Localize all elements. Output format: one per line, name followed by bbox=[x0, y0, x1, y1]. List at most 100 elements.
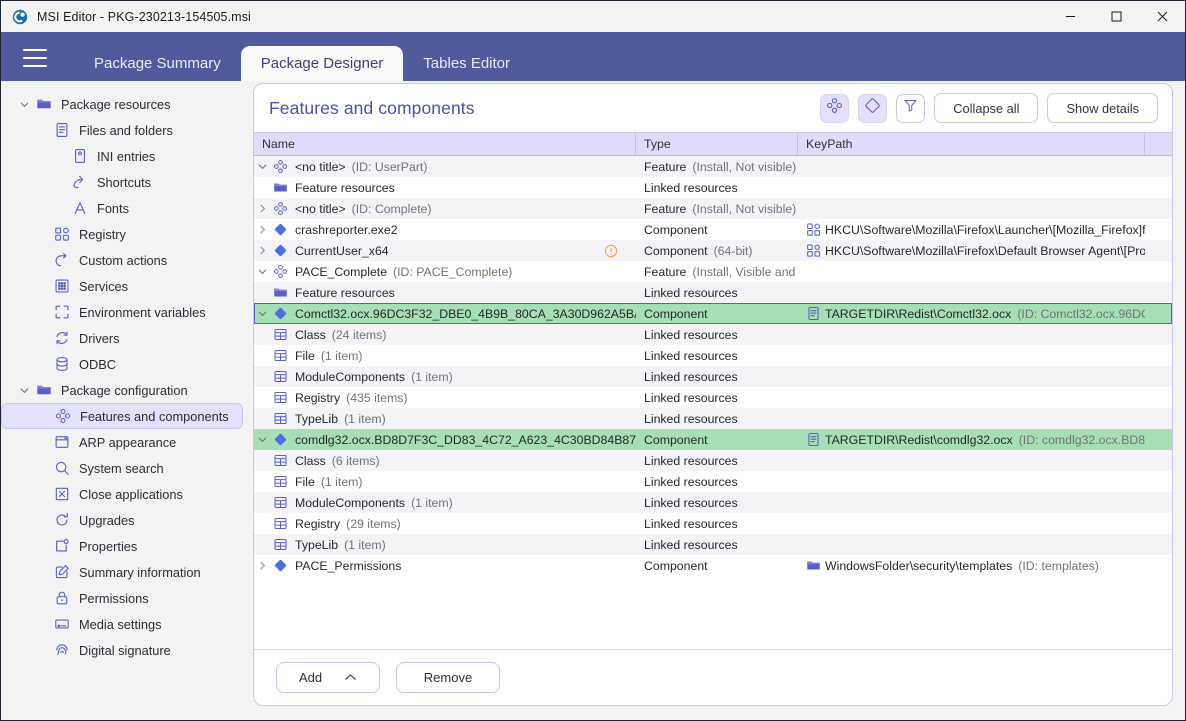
table-row[interactable]: comdlg32.ocx.BD8D7F3C_DD83_4C72_A623_4C3… bbox=[254, 429, 1172, 450]
row-name-cell: <no title> (ID: Complete) bbox=[254, 201, 636, 217]
column-header-type[interactable]: Type bbox=[636, 133, 798, 155]
tab-package-summary[interactable]: Package Summary bbox=[74, 45, 241, 81]
sidebar-item-label: INI entries bbox=[97, 148, 156, 164]
sidebar-item-fonts[interactable]: Fonts bbox=[1, 195, 243, 221]
sidebar-item-drivers[interactable]: Drivers bbox=[1, 325, 243, 351]
sidebar-item-shortcuts[interactable]: Shortcuts bbox=[1, 169, 243, 195]
minimize-button[interactable] bbox=[1047, 1, 1093, 32]
row-name-detail: (ID: UserPart) bbox=[351, 159, 428, 174]
sidebar-item-summary-information[interactable]: Summary information bbox=[1, 559, 243, 585]
row-name-cell: CurrentUser_x64 bbox=[254, 243, 636, 259]
sidebar-item-media-settings[interactable]: Media settings bbox=[1, 611, 243, 637]
tab-package-designer[interactable]: Package Designer bbox=[240, 46, 404, 81]
table-row[interactable]: Comctl32.ocx.96DC3F32_DBE0_4B9B_80CA_3A3… bbox=[254, 303, 1172, 324]
filter-button[interactable] bbox=[896, 93, 926, 123]
database-icon bbox=[51, 355, 73, 373]
sidebar-item-odbc[interactable]: ODBC bbox=[1, 351, 243, 377]
table-row[interactable]: Registry (29 items) Linked resources bbox=[254, 513, 1172, 534]
table-row[interactable]: Class (6 items) Linked resources bbox=[254, 450, 1172, 471]
remove-button[interactable]: Remove bbox=[396, 662, 500, 693]
show-details-button[interactable]: Show details bbox=[1047, 93, 1158, 123]
row-name-label: comdlg32.ocx.BD8D7F3C_DD83_4C72_A623_4C3… bbox=[295, 432, 636, 447]
hamburger-menu-icon[interactable] bbox=[23, 49, 47, 67]
sidebar-item-digital-signature[interactable]: Digital signature bbox=[1, 637, 243, 663]
sidebar-item-arp-appearance[interactable]: ARP appearance bbox=[1, 429, 243, 455]
sidebar-item-permissions[interactable]: Permissions bbox=[1, 585, 243, 611]
tab-tables-editor[interactable]: Tables Editor bbox=[403, 45, 530, 81]
sidebar-item-ini-entries[interactable]: INI entries bbox=[1, 143, 243, 169]
table-row[interactable]: File (1 item) Linked resources bbox=[254, 345, 1172, 366]
table-row[interactable]: TypeLib (1 item) Linked resources bbox=[254, 408, 1172, 429]
row-name-label: Feature resources bbox=[295, 180, 395, 195]
table-row[interactable]: PACE_Permissions Component WindowsFolder\s… bbox=[254, 555, 1172, 576]
sidebar-item-label: Permissions bbox=[79, 590, 149, 606]
refresh-icon bbox=[51, 511, 73, 529]
sidebar-item-system-search[interactable]: System search bbox=[1, 455, 243, 481]
row-type-label: Linked resources bbox=[644, 411, 738, 426]
table-row[interactable]: ModuleComponents (1 item) Linked resources bbox=[254, 366, 1172, 387]
registry-icon bbox=[51, 225, 73, 243]
table-row[interactable]: <no title> (ID: UserPart) Feature (Install,… bbox=[254, 156, 1172, 177]
chevron-down-icon[interactable] bbox=[254, 264, 270, 280]
table-row[interactable]: CurrentUser_x64 Component (64-bit) HKCU\Sof… bbox=[254, 240, 1172, 261]
sidebar-item-properties[interactable]: Properties bbox=[1, 533, 243, 559]
column-header-keypath[interactable]: KeyPath bbox=[798, 133, 1145, 155]
row-name-detail: (1 item) bbox=[411, 369, 453, 384]
maximize-button[interactable] bbox=[1093, 1, 1139, 32]
window-title: MSI Editor - PKG-230213-154505.msi bbox=[37, 9, 251, 24]
sidebar-item-upgrades[interactable]: Upgrades bbox=[1, 507, 243, 533]
window-icon bbox=[51, 433, 73, 451]
sidebar-item-services[interactable]: Services bbox=[1, 273, 243, 299]
sidebar-item-registry[interactable]: Registry bbox=[1, 221, 243, 247]
sidebar-item-label: Environment variables bbox=[79, 304, 206, 320]
chevron-right-icon[interactable] bbox=[254, 201, 270, 217]
feature-filter-toggle[interactable] bbox=[820, 93, 850, 123]
sidebar-item-close-applications[interactable]: Close applications bbox=[1, 481, 243, 507]
add-button[interactable]: Add bbox=[276, 662, 380, 693]
component-filter-toggle[interactable] bbox=[858, 93, 888, 123]
chevron-right-icon[interactable] bbox=[254, 243, 270, 259]
custom-action-icon bbox=[51, 251, 73, 269]
chevron-right-icon[interactable] bbox=[254, 558, 270, 574]
table-row[interactable]: Feature resources Linked resources bbox=[254, 282, 1172, 303]
add-button-label: Add bbox=[298, 670, 323, 685]
drivers-icon bbox=[51, 329, 73, 347]
sidebar-item-files-and-folders[interactable]: Files and folders bbox=[1, 117, 243, 143]
table-row[interactable]: Feature resources Linked resources bbox=[254, 177, 1172, 198]
table-row[interactable]: Registry (435 items) Linked resources bbox=[254, 387, 1172, 408]
sidebar-item-label: Shortcuts bbox=[97, 174, 152, 190]
sidebar-item-package-resources[interactable]: Package resources bbox=[1, 91, 243, 117]
chevron-down-icon[interactable] bbox=[254, 432, 270, 448]
chevron-down-icon[interactable] bbox=[15, 385, 33, 396]
table-row[interactable]: TypeLib (1 item) Linked resources bbox=[254, 534, 1172, 555]
row-name-cell: Registry (435 items) bbox=[254, 390, 636, 406]
table-row[interactable]: crashreporter.exe2 Component HKCU\Software… bbox=[254, 219, 1172, 240]
row-type-label: Component bbox=[644, 306, 708, 321]
table-row[interactable]: ModuleComponents (1 item) Linked resources bbox=[254, 492, 1172, 513]
table-row[interactable]: <no title> (ID: Complete) Feature (Install,… bbox=[254, 198, 1172, 219]
sidebar-item-package-configuration[interactable]: Package configuration bbox=[1, 377, 243, 403]
chevron-right-icon[interactable] bbox=[254, 222, 270, 238]
table-row[interactable]: Class (24 items) Linked resources bbox=[254, 324, 1172, 345]
row-type-cell: Linked resources bbox=[636, 538, 798, 552]
chevron-down-icon[interactable] bbox=[254, 306, 270, 322]
sidebar-item-environment-variables[interactable]: Environment variables bbox=[1, 299, 243, 325]
row-name-label: <no title> bbox=[295, 159, 346, 174]
warning-icon[interactable] bbox=[604, 244, 618, 258]
column-header-name[interactable]: Name bbox=[254, 133, 636, 155]
remove-button-label: Remove bbox=[423, 670, 473, 685]
collapse-all-button[interactable]: Collapse all bbox=[934, 93, 1039, 123]
chevron-down-icon[interactable] bbox=[254, 159, 270, 175]
close-button[interactable] bbox=[1139, 1, 1185, 32]
chevron-down-icon[interactable] bbox=[15, 99, 33, 110]
table-row[interactable]: File (1 item) Linked resources bbox=[254, 471, 1172, 492]
sidebar-item-features-and-components[interactable]: Features and components bbox=[1, 403, 243, 429]
sidebar-item-custom-actions[interactable]: Custom actions bbox=[1, 247, 243, 273]
table-icon bbox=[270, 537, 290, 553]
sidebar-navigation: Package resources Files and folders INI en… bbox=[1, 81, 249, 720]
sidebar-item-label: Media settings bbox=[79, 616, 162, 632]
table-row[interactable]: PACE_Complete (ID: PACE_Complete) Feature (… bbox=[254, 261, 1172, 282]
row-type-label: Linked resources bbox=[644, 348, 738, 363]
